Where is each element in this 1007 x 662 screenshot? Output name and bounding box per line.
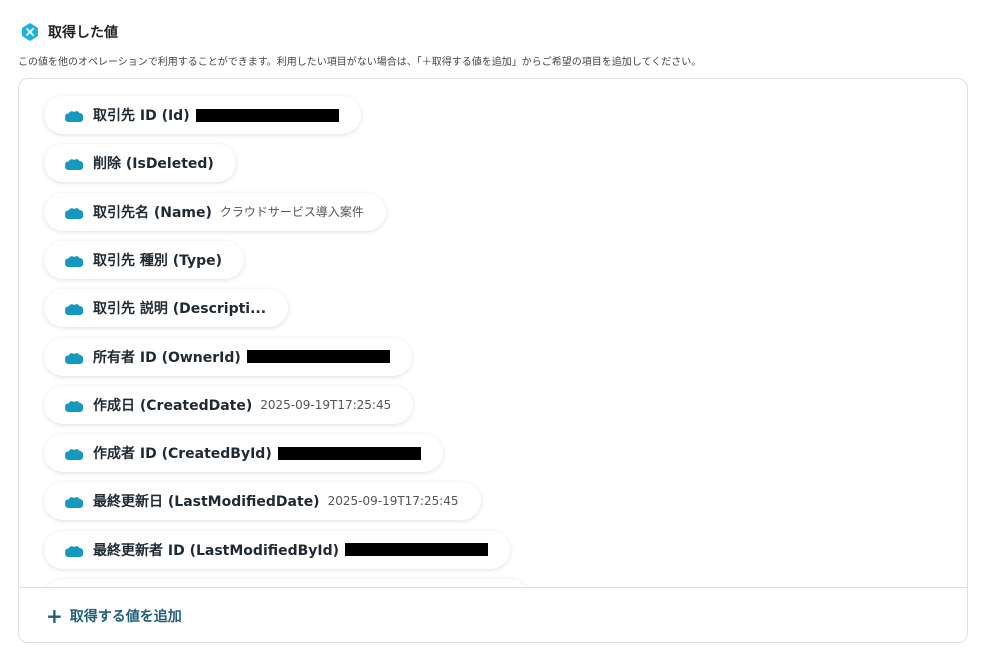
value-chip-label: 削除 (IsDeleted)	[93, 156, 214, 173]
salesforce-cloud-icon	[64, 446, 84, 461]
salesforce-cloud-icon	[64, 205, 84, 219]
value-chip-label: 最終更新日 (LastModifiedDate)	[93, 494, 320, 511]
add-value-button[interactable]: + 取得する値を追加	[19, 587, 967, 642]
description-text: この値を他のオペレーションで利用することができます。利用したい項目がない場合は、…	[18, 57, 702, 68]
redacted-value	[195, 108, 339, 122]
salesforce-cloud-icon	[64, 301, 84, 316]
redacted-value	[246, 350, 390, 363]
salesforce-cloud-icon	[64, 108, 84, 122]
salesforce-cloud-icon	[64, 156, 84, 171]
add-value-label: 取得する値を追加	[69, 609, 182, 625]
value-chip[interactable]: 削除 (IsDeleted)	[44, 144, 236, 183]
value-chip[interactable]: 取引先名 (Name) クラウドサービス導入案件	[44, 192, 386, 231]
salesforce-cloud-icon	[64, 253, 84, 267]
value-chip[interactable]: 取引先 説明 (Descripti...	[44, 289, 289, 328]
value-chip-value: クラウドサービス導入案件	[219, 205, 364, 220]
value-chip-label: 作成者 ID (CreatedById)	[93, 446, 272, 463]
value-chip-label: 最終更新者 ID (LastModifiedById)	[93, 542, 340, 559]
value-chip-partial[interactable]	[44, 579, 529, 587]
value-chip[interactable]: 作成日 (CreatedDate) 2025-09-19T17:25:45	[44, 385, 414, 424]
value-chip-label: 所有者 ID (OwnerId)	[93, 349, 241, 366]
value-chip[interactable]: 取引先 種別 (Type)	[44, 240, 245, 279]
value-chip[interactable]: 所有者 ID (OwnerId)	[44, 337, 412, 376]
salesforce-cloud-icon	[64, 494, 84, 509]
salesforce-cloud-icon	[64, 398, 84, 412]
value-chip-label: 取引先名 (Name)	[93, 204, 212, 221]
yoom-x-icon	[20, 22, 40, 42]
value-chip-label: 取引先 説明 (Descripti...	[93, 301, 267, 318]
salesforce-cloud-icon	[64, 543, 84, 557]
values-list[interactable]: 取引先 ID (Id) 削除 (IsDeleted) 取引先名 (Name) クラウド…	[19, 79, 967, 587]
section-header: 取得した値	[20, 22, 118, 42]
value-chip[interactable]: 最終更新日 (LastModifiedDate) 2025-09-19T17:25…	[44, 482, 481, 521]
value-chip-label: 取引先 種別 (Type)	[93, 252, 223, 269]
plus-icon: +	[46, 604, 63, 628]
value-chip[interactable]: 取引先 ID (Id)	[44, 96, 361, 134]
value-chip-value: 2025-09-19T17:25:45	[327, 494, 459, 509]
section-title: 取得した値	[48, 25, 118, 41]
redacted-value	[277, 446, 421, 460]
values-panel: 取引先 ID (Id) 削除 (IsDeleted) 取引先名 (Name) クラウド…	[18, 78, 968, 643]
value-chip-label: 取引先 ID (Id)	[93, 108, 190, 124]
redacted-value	[345, 543, 489, 557]
value-chip[interactable]: 最終更新者 ID (LastModifiedById)	[44, 530, 511, 569]
salesforce-cloud-icon	[64, 350, 84, 364]
value-chip-label: 作成日 (CreatedDate)	[93, 397, 253, 414]
value-chip-value: 2025-09-19T17:25:45	[260, 397, 392, 412]
value-chip[interactable]: 作成者 ID (CreatedById)	[44, 434, 443, 473]
